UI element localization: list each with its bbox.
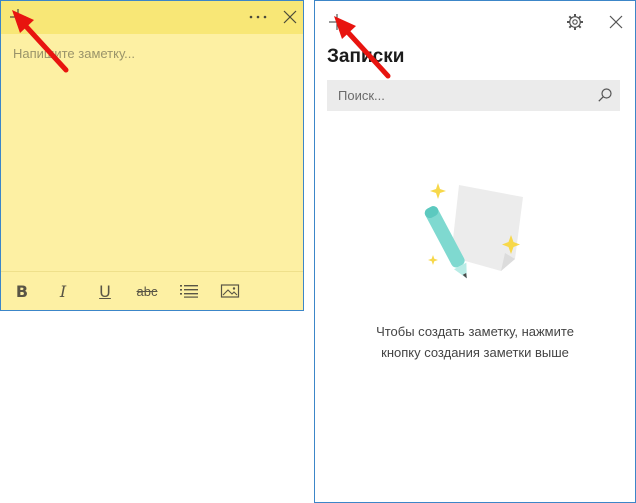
new-note-button[interactable]	[8, 7, 28, 27]
search-input[interactable]	[327, 80, 587, 111]
bullet-list-button[interactable]	[176, 281, 202, 301]
search-box	[327, 80, 620, 111]
settings-button[interactable]	[565, 12, 585, 32]
note-close-button[interactable]	[280, 7, 300, 27]
page-title: Записки	[327, 46, 405, 67]
notes-list-window: Записки Чтобы создать заметку, нажмите к…	[314, 0, 636, 503]
close-icon	[609, 15, 623, 29]
image-icon	[220, 284, 240, 298]
list-close-button[interactable]	[606, 12, 626, 32]
empty-notes-illustration	[424, 183, 523, 279]
new-note-button[interactable]	[327, 12, 347, 32]
more-button[interactable]	[247, 7, 269, 27]
sparkle-icon	[428, 255, 438, 265]
note-text-area[interactable]: Напишите заметку...	[13, 46, 135, 61]
plus-icon	[10, 9, 26, 25]
note-titlebar[interactable]	[1, 1, 303, 34]
plus-icon	[329, 14, 345, 30]
sparkle-icon	[430, 183, 446, 199]
empty-state-line: кнопку создания заметки выше	[381, 345, 569, 360]
italic-button[interactable]: I	[50, 281, 76, 301]
strikethrough-button[interactable]: abc	[131, 281, 163, 301]
empty-state-line: Чтобы создать заметку, нажмите	[376, 324, 574, 339]
close-icon	[283, 10, 297, 24]
bullet-list-icon	[180, 285, 198, 298]
formatting-toolbar: B I U abc	[1, 271, 303, 310]
bold-button[interactable]: B	[9, 281, 35, 301]
gear-icon	[567, 14, 583, 30]
underline-button[interactable]: U	[92, 281, 118, 301]
sticky-note-window: Напишите заметку... B I U abc	[0, 0, 304, 311]
more-icon	[249, 15, 267, 19]
insert-image-button[interactable]	[217, 281, 243, 301]
search-icon[interactable]	[597, 87, 613, 103]
empty-state-message: Чтобы создать заметку, нажмите кнопку со…	[315, 321, 635, 363]
